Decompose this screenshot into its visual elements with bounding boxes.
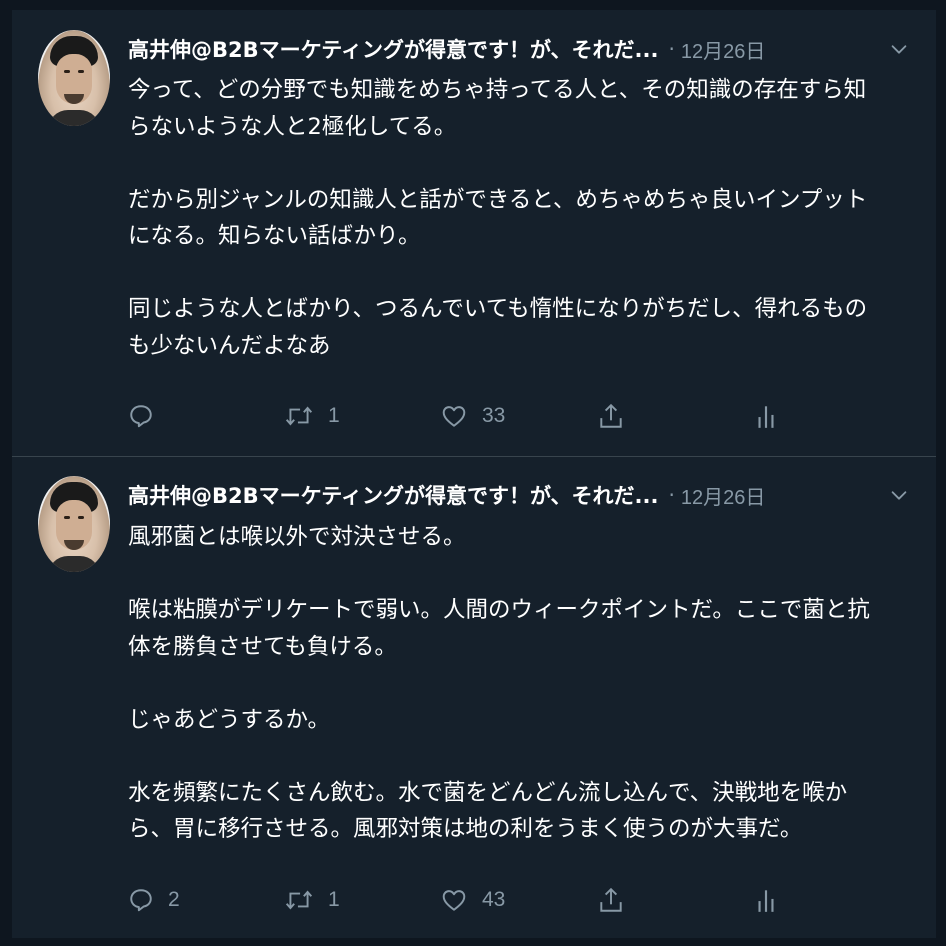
avatar-shirt bbox=[48, 556, 100, 572]
tweet-actions: 1 33 bbox=[128, 400, 828, 432]
avatar-eye bbox=[78, 70, 84, 73]
author-name[interactable]: 高井伸@B2Bマーケティングが得意です！が、それだ... bbox=[128, 480, 658, 510]
timeline: 高井伸@B2Bマーケティングが得意です！が、それだ... · 12月26日 今っ… bbox=[0, 0, 946, 946]
heart-icon bbox=[442, 406, 466, 427]
share-button[interactable] bbox=[598, 884, 624, 916]
share-icon bbox=[600, 403, 622, 428]
retweet-count: 1 bbox=[328, 404, 340, 427]
chevron-down-icon[interactable] bbox=[888, 38, 910, 60]
reply-count: 2 bbox=[168, 888, 180, 911]
like-count: 43 bbox=[482, 888, 506, 911]
like-button[interactable]: 33 bbox=[440, 400, 505, 432]
retweet-button[interactable]: 1 bbox=[284, 400, 340, 432]
reply-icon bbox=[130, 405, 152, 428]
avatar-eye bbox=[78, 516, 84, 519]
avatar-eye bbox=[64, 70, 70, 73]
retweet-count: 1 bbox=[328, 888, 340, 911]
tweet-date[interactable]: 12月26日 bbox=[681, 481, 766, 510]
author-name[interactable]: 高井伸@B2Bマーケティングが得意です！が、それだ... bbox=[128, 34, 658, 64]
share-button[interactable] bbox=[598, 400, 624, 432]
retweet-icon bbox=[285, 890, 313, 910]
window-edge-top bbox=[0, 0, 946, 10]
header-separator: · bbox=[668, 483, 675, 507]
analytics-icon bbox=[758, 406, 774, 428]
tweet-divider bbox=[12, 456, 936, 457]
window-edge-left bbox=[0, 0, 12, 946]
retweet-button[interactable]: 1 bbox=[284, 884, 340, 916]
analytics-button[interactable] bbox=[756, 400, 776, 432]
reply-button[interactable]: 2 bbox=[128, 884, 180, 916]
share-icon bbox=[600, 887, 622, 912]
like-button[interactable]: 43 bbox=[440, 884, 505, 916]
like-count: 33 bbox=[482, 404, 506, 427]
analytics-icon bbox=[758, 890, 774, 912]
avatar-eye bbox=[64, 516, 70, 519]
tweet-actions: 2 1 43 bbox=[128, 884, 828, 916]
reply-button[interactable] bbox=[128, 400, 168, 432]
header-separator: · bbox=[668, 37, 675, 61]
avatar-shirt bbox=[48, 110, 100, 126]
window-edge-bottom bbox=[0, 938, 946, 946]
tweet-text: 風邪菌とは喉以外で対決させる。 喉は粘膜がデリケートで弱い。人間のウィークポイン… bbox=[128, 524, 870, 842]
tweet-header: 高井伸@B2Bマーケティングが得意です！が、それだ... · 12月26日 bbox=[128, 480, 765, 510]
reply-icon bbox=[130, 889, 152, 912]
analytics-button[interactable] bbox=[756, 884, 776, 916]
heart-icon bbox=[442, 890, 466, 911]
retweet-icon bbox=[285, 406, 313, 426]
tweet-date[interactable]: 12月26日 bbox=[681, 35, 766, 64]
tweet-text: 今って、どの分野でも知識をめちゃ持ってる人と、その知識の存在すら知 らないような… bbox=[128, 77, 868, 359]
author-avatar[interactable] bbox=[38, 476, 110, 572]
author-avatar[interactable] bbox=[38, 30, 110, 126]
chevron-down-icon[interactable] bbox=[888, 484, 910, 506]
window-edge-right bbox=[936, 0, 946, 946]
tweet-header: 高井伸@B2Bマーケティングが得意です！が、それだ... · 12月26日 bbox=[128, 34, 765, 64]
